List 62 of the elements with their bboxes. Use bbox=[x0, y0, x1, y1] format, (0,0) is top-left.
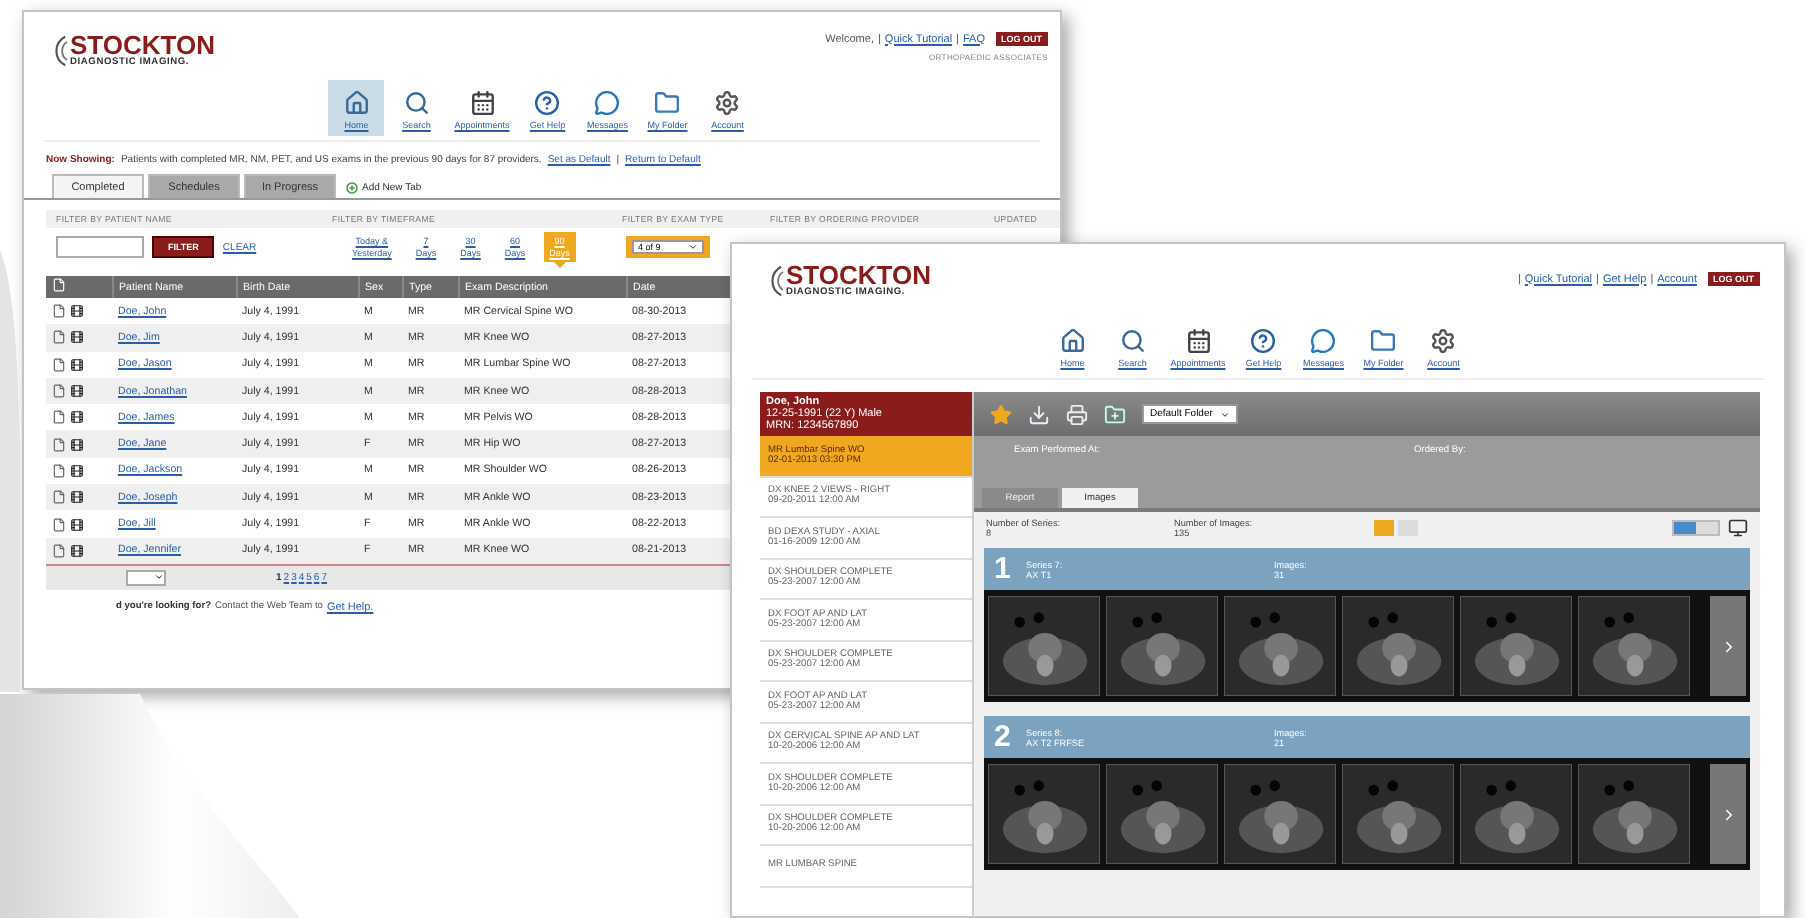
scan-thumbnail[interactable] bbox=[1342, 596, 1454, 696]
film-icon[interactable] bbox=[70, 410, 84, 425]
document-icon[interactable] bbox=[52, 517, 66, 532]
film-icon[interactable] bbox=[70, 490, 84, 505]
scan-thumbnail[interactable] bbox=[1460, 596, 1572, 696]
document-icon[interactable] bbox=[52, 463, 66, 478]
scan-thumbnail[interactable] bbox=[1578, 596, 1690, 696]
search-icon bbox=[1119, 328, 1146, 354]
caret-icon bbox=[1220, 409, 1231, 419]
calendar-icon bbox=[469, 90, 495, 116]
help-icon bbox=[1250, 328, 1277, 354]
document-icon[interactable] bbox=[52, 304, 66, 319]
series-number: 1 bbox=[994, 552, 1013, 586]
scan-thumbnail[interactable] bbox=[1460, 764, 1572, 864]
film-icon[interactable] bbox=[70, 357, 84, 372]
scan-thumbnail[interactable] bbox=[1578, 764, 1690, 864]
film-icon[interactable] bbox=[70, 384, 84, 399]
scan-thumbnail[interactable] bbox=[1224, 596, 1336, 696]
scan-thumbnail[interactable] bbox=[1224, 764, 1336, 864]
scan-thumbnail[interactable] bbox=[1106, 764, 1218, 864]
caret-icon bbox=[154, 572, 164, 583]
document-icon[interactable] bbox=[52, 357, 66, 372]
folder-icon bbox=[1370, 328, 1397, 354]
printer-icon[interactable] bbox=[1066, 403, 1088, 425]
film-icon[interactable] bbox=[70, 463, 84, 478]
calendar-icon bbox=[1185, 328, 1211, 354]
monitor-icon[interactable] bbox=[1728, 518, 1748, 538]
film-icon[interactable] bbox=[70, 330, 84, 345]
film-icon[interactable] bbox=[70, 437, 84, 452]
help-icon bbox=[534, 90, 561, 116]
settings-icon bbox=[714, 90, 741, 116]
caret-icon bbox=[688, 242, 698, 252]
document-icon[interactable] bbox=[52, 410, 66, 425]
document-icon bbox=[52, 278, 66, 292]
document-icon[interactable] bbox=[52, 490, 66, 505]
film-icon[interactable] bbox=[70, 517, 84, 532]
film-icon[interactable] bbox=[70, 304, 84, 319]
document-icon[interactable] bbox=[52, 330, 66, 345]
document-icon[interactable] bbox=[52, 384, 66, 399]
home-icon bbox=[343, 90, 370, 116]
document-icon[interactable] bbox=[52, 437, 66, 452]
series-number: 2 bbox=[994, 720, 1013, 754]
home-icon bbox=[1059, 328, 1086, 354]
folder-icon bbox=[654, 90, 681, 116]
scan-thumbnail[interactable] bbox=[988, 596, 1100, 696]
logo-name: STOCKTON bbox=[786, 262, 931, 288]
scan-thumbnail[interactable] bbox=[1106, 596, 1218, 696]
star-icon[interactable] bbox=[990, 403, 1012, 425]
document-icon[interactable] bbox=[52, 543, 66, 558]
settings-icon bbox=[1430, 328, 1457, 354]
search-icon bbox=[403, 90, 430, 116]
download-icon[interactable] bbox=[1028, 403, 1050, 425]
chat-bubble-icon bbox=[594, 90, 621, 116]
chat-bubble-icon bbox=[1310, 328, 1337, 354]
name-input-field[interactable] bbox=[56, 236, 144, 258]
scan-thumbnail[interactable] bbox=[1342, 764, 1454, 864]
folder-add-icon[interactable] bbox=[1104, 403, 1126, 425]
scan-thumbnail[interactable] bbox=[988, 764, 1100, 864]
plus-icon bbox=[346, 182, 358, 194]
film-icon[interactable] bbox=[70, 543, 84, 558]
logo-name: STOCKTON bbox=[70, 32, 215, 58]
toggle-switch[interactable] bbox=[1672, 520, 1720, 536]
